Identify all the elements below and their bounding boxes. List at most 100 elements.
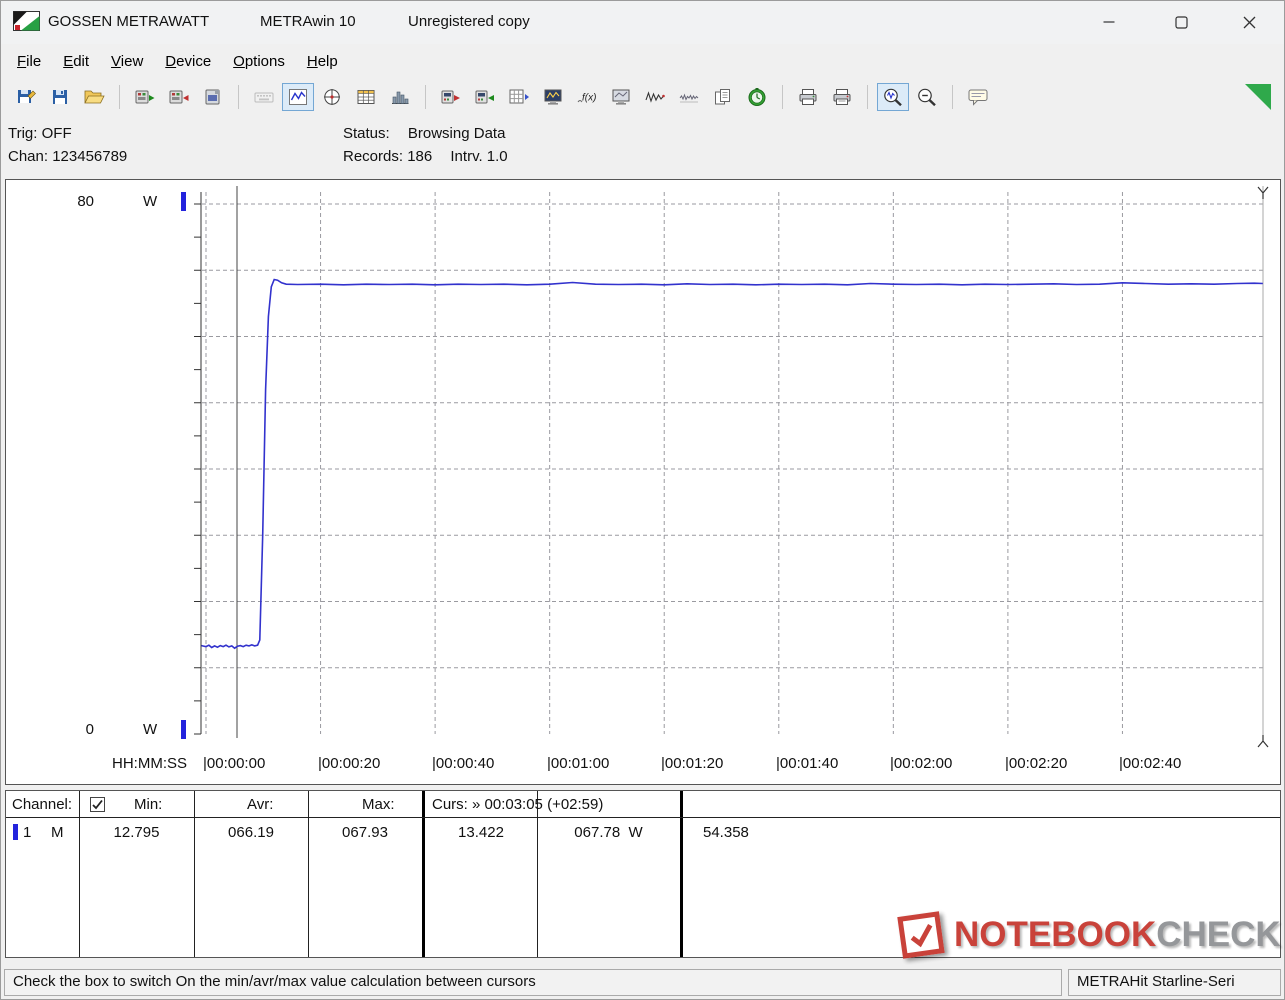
wave-button[interactable] bbox=[639, 83, 671, 111]
histogram-display-icon bbox=[392, 91, 409, 104]
menu-view[interactable]: View bbox=[100, 44, 154, 78]
device-send-button[interactable] bbox=[435, 83, 467, 111]
memory-card-button[interactable] bbox=[197, 83, 229, 111]
print-button[interactable] bbox=[792, 83, 824, 111]
column-separator bbox=[308, 791, 309, 957]
toolbar-separator bbox=[238, 85, 239, 109]
device-receive-button[interactable] bbox=[469, 83, 501, 111]
toolbar-separator bbox=[952, 85, 953, 109]
column-separator bbox=[537, 791, 538, 957]
records-count: Records: 186 bbox=[343, 148, 433, 165]
close-icon bbox=[1243, 16, 1255, 28]
menu-file[interactable]: File bbox=[6, 44, 52, 78]
cursor-section-separator bbox=[680, 791, 683, 957]
zoom-out-button[interactable] bbox=[911, 83, 943, 111]
menu-edit[interactable]: Edit bbox=[52, 44, 100, 78]
channel-mode-cell: M bbox=[51, 824, 64, 841]
formula-button[interactable]: f(x) bbox=[571, 83, 603, 111]
delta-value-cell: 54.358 bbox=[703, 824, 749, 841]
x-axis-title: HH:MM:SS bbox=[112, 755, 187, 772]
table-display-button[interactable] bbox=[350, 83, 382, 111]
svg-text:f(x): f(x) bbox=[582, 93, 596, 104]
titlebar-app-name: METRAwin 10 bbox=[260, 13, 356, 30]
export-device-icon bbox=[135, 90, 155, 104]
minimize-button[interactable] bbox=[1081, 0, 1137, 44]
hint-button[interactable] bbox=[962, 83, 994, 111]
cursor-2-handle-bottom-icon[interactable] bbox=[1257, 735, 1269, 748]
menubar: File Edit View Device Options Help bbox=[0, 44, 349, 78]
notebookcheck-watermark: NOTEBOOKCHECK bbox=[897, 911, 1281, 959]
numeric-display-button[interactable] bbox=[248, 83, 280, 111]
cursor2-unit: W bbox=[628, 824, 643, 841]
monitor-offline-button[interactable] bbox=[605, 83, 637, 111]
copy-pages-button[interactable] bbox=[707, 83, 739, 111]
print-icon bbox=[799, 89, 817, 105]
timer-icon bbox=[748, 88, 766, 106]
save-as-button[interactable] bbox=[44, 83, 76, 111]
chart-display-icon bbox=[289, 89, 307, 105]
zoom-time-icon bbox=[884, 88, 902, 107]
save-button[interactable] bbox=[10, 83, 42, 111]
print-preview-button[interactable] bbox=[826, 83, 858, 111]
toolbar-separator bbox=[867, 85, 868, 109]
import-device-button[interactable] bbox=[163, 83, 195, 111]
status-records-info: Status: Browsing Data Records: 186 Intrv… bbox=[343, 122, 508, 168]
menu-help[interactable]: Help bbox=[296, 44, 349, 78]
device-send-icon bbox=[441, 90, 460, 104]
x-axis-label: |00:01:40 bbox=[776, 755, 839, 772]
column-header-min: Min: bbox=[134, 796, 163, 813]
cursor-readout: Curs: » 00:03:05 (+02:59) bbox=[432, 796, 604, 813]
titlebar-vendor: GOSSEN METRAWATT bbox=[48, 13, 210, 30]
status-label: Status: bbox=[343, 125, 390, 142]
memory-card-icon bbox=[205, 89, 220, 105]
plot-area[interactable] bbox=[6, 180, 1280, 784]
device-memory-button[interactable] bbox=[503, 83, 535, 111]
maximize-button[interactable] bbox=[1153, 0, 1209, 44]
monitor-button[interactable] bbox=[537, 83, 569, 111]
grid-layer bbox=[194, 192, 1263, 735]
statusbar-device: METRAHit Starline-Seri bbox=[1068, 969, 1281, 996]
menu-options[interactable]: Options bbox=[222, 44, 296, 78]
x-axis-label: |00:02:00 bbox=[890, 755, 953, 772]
notebookcheck-logo-text: NOTEBOOKCHECK bbox=[954, 915, 1281, 955]
interval-value: Intrv. 1.0 bbox=[450, 148, 508, 165]
minmax-checkbox[interactable] bbox=[90, 797, 105, 812]
x-axis-label: |00:00:40 bbox=[432, 755, 495, 772]
data-layer bbox=[201, 278, 1263, 650]
statusbar-message: Check the box to switch On the min/avr/m… bbox=[4, 969, 1062, 996]
cursor2-value-cell: 067.78 W bbox=[537, 824, 680, 841]
timer-button[interactable] bbox=[741, 83, 773, 111]
scope-display-button[interactable] bbox=[316, 83, 348, 111]
titlebar-license: Unregistered copy bbox=[408, 13, 530, 30]
table-display-icon bbox=[357, 90, 375, 104]
histogram-display-button[interactable] bbox=[384, 83, 416, 111]
toolbar-separator bbox=[119, 85, 120, 109]
chart-display-button[interactable] bbox=[282, 83, 314, 111]
open-folder-icon bbox=[84, 90, 105, 104]
close-button[interactable] bbox=[1221, 0, 1277, 44]
chart-panel: 80 W 0 W HH:MM:SS |00:00:00 |00:00:20 |0… bbox=[5, 179, 1281, 785]
export-device-button[interactable] bbox=[129, 83, 161, 111]
cursor2-value: 067.78 bbox=[574, 824, 621, 841]
notebookcheck-check-icon bbox=[897, 911, 945, 959]
toolbar-separator bbox=[782, 85, 783, 109]
open-button[interactable] bbox=[78, 83, 110, 111]
channel-number-cell: 1 bbox=[23, 824, 32, 841]
watermark-notebook: NOTEBOOK bbox=[954, 915, 1157, 954]
formula-icon: f(x) bbox=[577, 93, 596, 104]
zoom-time-button[interactable] bbox=[877, 83, 909, 111]
cursor1-value-cell: 13.422 bbox=[458, 824, 504, 841]
wave-noise-button[interactable] bbox=[673, 83, 705, 111]
column-header-channel: Channel: bbox=[12, 796, 73, 813]
copy-pages-icon bbox=[715, 89, 730, 105]
status-value: Browsing Data bbox=[407, 125, 506, 142]
minimize-icon bbox=[1103, 21, 1115, 23]
x-axis-label: |00:01:20 bbox=[661, 755, 724, 772]
zoom-out-icon bbox=[918, 88, 936, 107]
numeric-display-icon bbox=[254, 92, 274, 103]
corner-triangle-icon bbox=[1245, 84, 1271, 110]
menu-device[interactable]: Device bbox=[154, 44, 222, 78]
save-icon bbox=[18, 90, 36, 103]
x-axis-label: |00:00:20 bbox=[318, 755, 381, 772]
print-preview-icon bbox=[833, 89, 851, 105]
